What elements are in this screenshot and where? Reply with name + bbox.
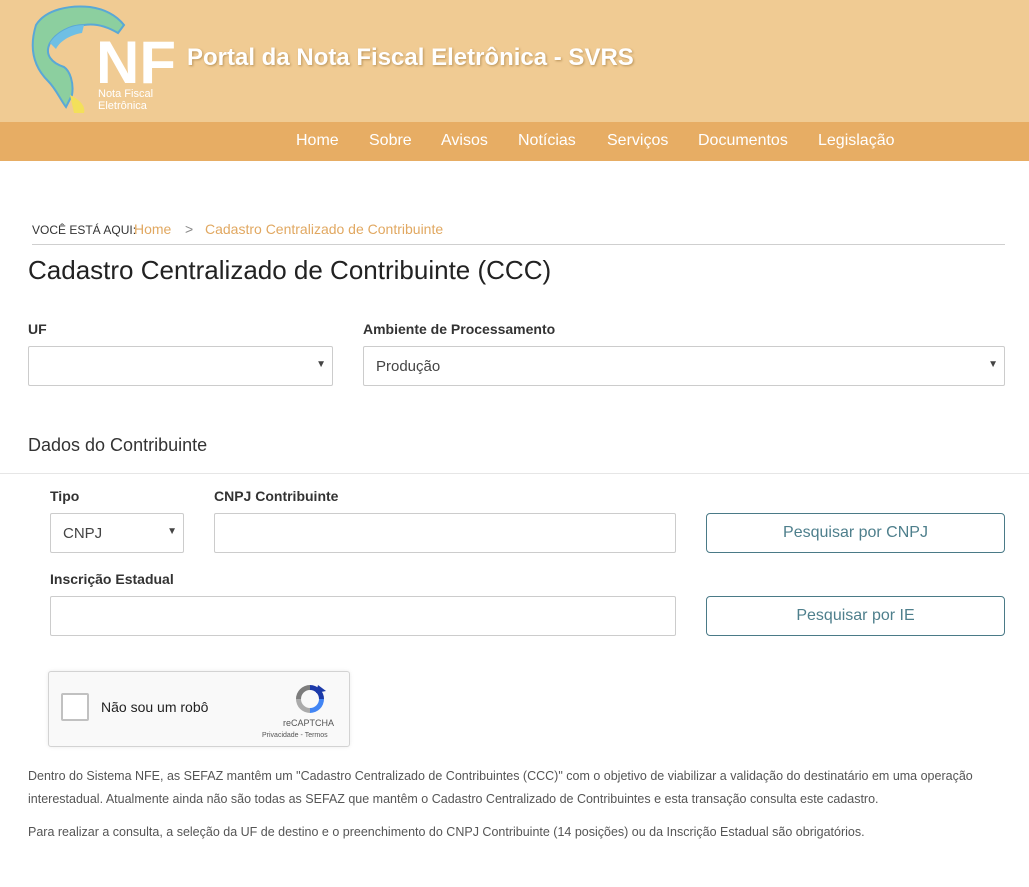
uf-label: UF — [28, 321, 47, 337]
nav-sobre[interactable]: Sobre — [369, 132, 412, 150]
breadcrumb: VOCÊ ESTÁ AQUI: Home > Cadastro Centrali… — [32, 221, 1005, 245]
main-nav: Home Sobre Avisos Notícias Serviços Docu… — [0, 122, 1029, 161]
recaptcha-terms-link[interactable]: Termos — [305, 732, 328, 739]
info-paragraph-1: Dentro do Sistema NFE, as SEFAZ mantêm u… — [28, 769, 973, 806]
cnpj-label: CNPJ Contribuinte — [214, 488, 339, 504]
section-title: Dados do Contribuinte — [28, 435, 208, 455]
breadcrumb-separator: > — [185, 221, 194, 237]
nav-servicos[interactable]: Serviços — [607, 132, 668, 150]
svg-text:Nota Fiscal: Nota Fiscal — [98, 88, 153, 100]
ambiente-label: Ambiente de Processamento — [363, 321, 556, 337]
tipo-label: Tipo — [50, 488, 80, 504]
tipo-select-value: CNPJ — [63, 525, 103, 542]
recaptcha-brand: reCAPTCHA — [283, 718, 335, 728]
caret-down-icon: ▼ — [988, 359, 998, 370]
search-ie-button[interactable]: Pesquisar por IE — [706, 596, 1005, 636]
ie-input[interactable] — [50, 596, 676, 636]
breadcrumb-label: VOCÊ ESTÁ AQUI: — [32, 223, 137, 237]
ambiente-select-value: Produção — [376, 358, 441, 375]
breadcrumb-home-link[interactable]: Home — [134, 221, 171, 237]
recaptcha-privacy-link[interactable]: Privacidade — [262, 732, 299, 739]
nav-home[interactable]: Home — [296, 132, 339, 150]
nav-documentos[interactable]: Documentos — [698, 132, 788, 150]
ambiente-select[interactable]: Produção ▼ — [363, 346, 1005, 386]
cnpj-input[interactable] — [214, 513, 676, 553]
nfe-logo-icon[interactable]: NFe Nota Fiscal Eletrônica — [26, 3, 176, 117]
portal-title: Portal da Nota Fiscal Eletrônica - SVRS — [187, 44, 634, 71]
recaptcha-checkbox[interactable] — [61, 693, 89, 721]
uf-select[interactable]: ▼ — [28, 346, 333, 386]
search-cnpj-button[interactable]: Pesquisar por CNPJ — [706, 513, 1005, 553]
caret-down-icon: ▼ — [167, 526, 177, 537]
recaptcha-links: Privacidade - Termos — [262, 732, 328, 739]
nav-avisos[interactable]: Avisos — [441, 132, 488, 150]
recaptcha-widget: Não sou um robô reCAPTCHA Privacidade - … — [48, 671, 350, 747]
nav-legislacao[interactable]: Legislação — [818, 132, 895, 150]
ie-label: Inscrição Estadual — [50, 571, 174, 587]
recaptcha-label: Não sou um robô — [101, 699, 209, 715]
svg-text:NFe: NFe — [96, 29, 176, 96]
breadcrumb-current-link[interactable]: Cadastro Centralizado de Contribuinte — [205, 221, 443, 237]
page-title: Cadastro Centralizado de Contribuinte (C… — [28, 255, 552, 285]
site-header: NFe Nota Fiscal Eletrônica Portal da Not… — [0, 0, 1029, 122]
recaptcha-logo-icon — [296, 685, 326, 713]
info-paragraph-2: Para realizar a consulta, a seleção da U… — [28, 825, 865, 839]
svg-text:Eletrônica: Eletrônica — [98, 100, 148, 112]
caret-down-icon: ▼ — [316, 359, 326, 370]
section-divider — [0, 473, 1029, 474]
tipo-select[interactable]: CNPJ ▼ — [50, 513, 184, 553]
nav-noticias[interactable]: Notícias — [518, 132, 576, 150]
